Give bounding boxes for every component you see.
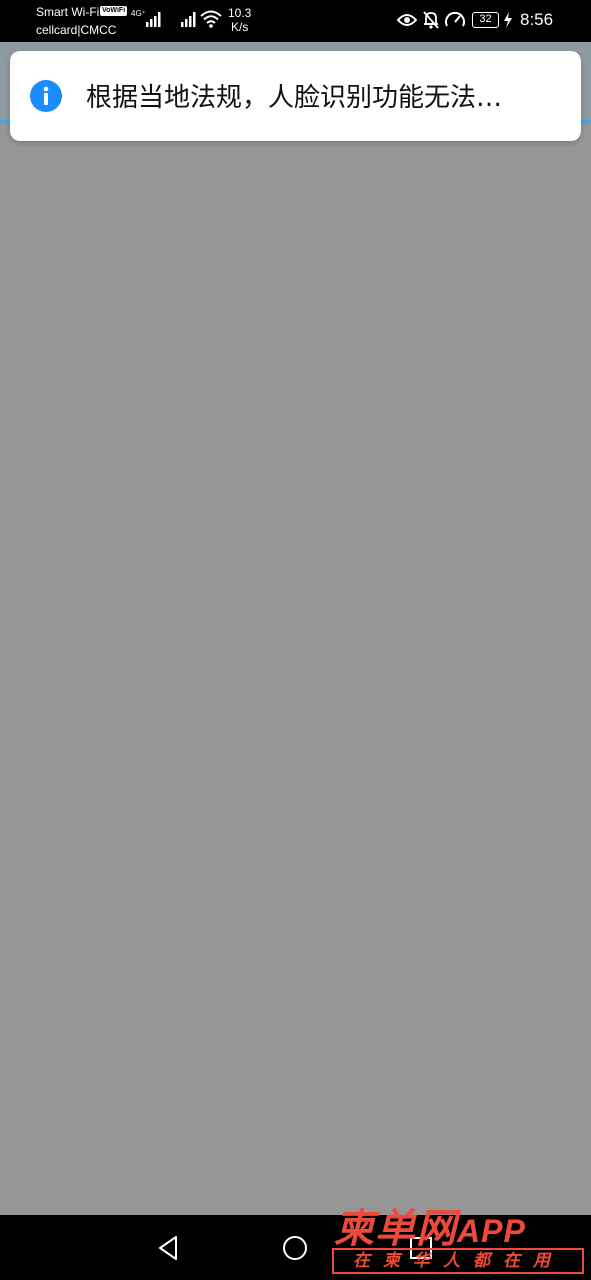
speed-value: 10.3: [228, 6, 252, 20]
carrier-name-secondary: cellcard|CMCC: [36, 23, 117, 37]
speed-unit: K/s: [231, 20, 249, 34]
vowifi-badge: VoWiFi: [100, 6, 128, 16]
network-speed: 10.3 K/s: [228, 6, 251, 34]
watermark-logo: 柬单网APP 在柬华人都在用: [332, 1196, 586, 1276]
charging-icon: [504, 12, 512, 28]
carrier-name: Smart Wi-Fi: [36, 5, 100, 19]
status-bar: Smart Wi-Fi VoWiFi cellcard|CMCC 4G⁺ 10.…: [0, 0, 591, 42]
signal-icon: [146, 12, 161, 27]
toast-message: 根据当地法规，人脸识别功能无法…: [86, 83, 503, 113]
watermark-brand-name: 柬单网: [334, 1206, 457, 1252]
back-icon[interactable]: [156, 1235, 182, 1261]
info-icon: [30, 80, 62, 112]
toast-notification[interactable]: 根据当地法规，人脸识别功能无法…: [10, 51, 581, 141]
signal-icon: [181, 12, 196, 27]
watermark-slogan: 在柬华人都在用: [332, 1248, 584, 1274]
network-type: 4G⁺: [131, 9, 146, 18]
clock: 8:56: [520, 10, 554, 29]
watermark-app: APP: [457, 1213, 526, 1249]
eye-icon: [397, 14, 417, 26]
home-icon[interactable]: [282, 1235, 308, 1261]
wifi-icon: [200, 10, 222, 28]
watermark-brand: 柬单网APP: [334, 1196, 526, 1254]
bell-off-icon: [423, 11, 439, 29]
dimmed-overlay[interactable]: [0, 124, 591, 1215]
battery-icon: 32: [472, 12, 499, 28]
gauge-icon: [445, 11, 465, 27]
